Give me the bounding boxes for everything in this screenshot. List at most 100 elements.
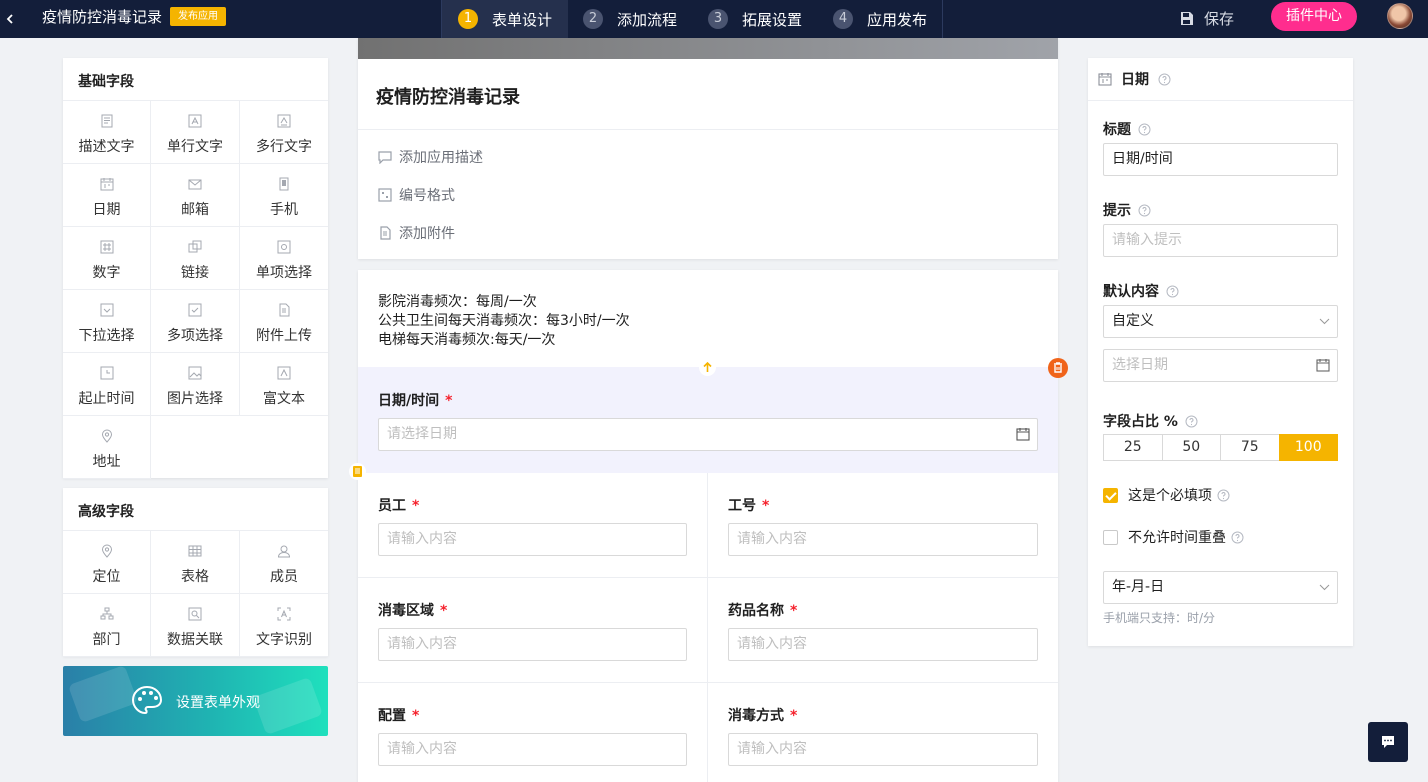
save-button[interactable]: 保存 [1179,8,1234,29]
employee-input[interactable]: 请输入内容 [378,523,687,556]
rich-text-icon [277,366,291,388]
step-label: 添加流程 [617,10,678,29]
add-description-action[interactable]: 添加应用描述 [378,147,483,167]
ratio-option-75[interactable]: 75 [1220,434,1280,461]
step-extension[interactable]: 3 拓展设置 [708,0,802,38]
ratio-option-50[interactable]: 50 [1161,434,1221,461]
publish-badge[interactable]: 发布应用 [170,7,226,26]
help-icon[interactable] [1217,489,1230,502]
back-icon[interactable] [3,9,17,29]
date-placeholder: 请选择日期 [387,426,457,442]
help-icon[interactable] [1158,73,1180,86]
description-line[interactable]: 电梯每天消毒频次:每天/一次 [378,329,555,349]
number-format-icon [378,188,399,202]
field-type-location[interactable]: 地址 [63,416,151,479]
field-type-dropdown[interactable]: 下拉选择 [63,290,151,353]
field-type-location-pin[interactable]: 定位 [63,531,151,594]
ratio-option-100[interactable]: 100 [1278,434,1338,461]
date-input[interactable]: 请选择日期 [378,418,1038,451]
field-type-link[interactable]: 链接 [151,227,240,290]
field-type-time-range[interactable]: 起止时间 [63,353,151,416]
help-icon[interactable] [1138,204,1151,217]
no-overlap-label: 不允许时间重叠 [1128,530,1226,546]
delete-field-button[interactable] [1048,358,1068,378]
field-type-phone[interactable]: 手机 [240,164,328,227]
phone-icon [277,177,291,199]
advanced-fields-grid: 定位 表格 成员部门 数据关联 文字识别 [63,531,328,657]
field-type-radio[interactable]: 单项选择 [240,227,328,290]
step-add-flow[interactable]: 2 添加流程 [583,0,677,38]
field-type-data-link[interactable]: 数据关联 [151,594,240,657]
disinfect-area-input[interactable]: 请输入内容 [378,628,687,661]
add-attachment-action[interactable]: 添加附件 [378,223,455,243]
link-icon [188,240,202,262]
hint-input[interactable]: 请输入提示 [1103,224,1338,257]
field-type-calendar[interactable]: 日期 [63,164,151,227]
field-type-image[interactable]: 图片选择 [151,353,240,416]
drug-name-input[interactable]: 请输入内容 [728,628,1038,661]
app-title: 疫情防控消毒记录 [42,8,163,26]
location-icon [100,429,114,451]
no-overlap-checkbox[interactable]: 不允许时间重叠 [1103,527,1244,547]
field-type-number[interactable]: 数字 [63,227,151,290]
field-type-label: 文字识别 [256,632,312,648]
title-input[interactable]: 日期/时间 [1103,143,1338,176]
checkbox-icon [188,303,202,325]
field-type-multi-line[interactable]: 多行文字 [240,101,328,164]
help-icon[interactable] [1138,123,1151,136]
default-content-select[interactable]: 自定义 [1103,305,1338,338]
number-format-action[interactable]: 编号格式 [378,185,455,205]
form-title[interactable]: 疫情防控消毒记录 [376,83,520,109]
field-type-label: 附件上传 [256,328,312,344]
field-type-label: 日期 [92,202,121,218]
field-type-member[interactable]: 成员 [240,531,328,594]
field-type-table[interactable]: 表格 [151,531,240,594]
employee-id-input[interactable]: 请输入内容 [728,523,1038,556]
step-form-design[interactable]: 1 表单设计 [442,0,568,38]
field-type-department[interactable]: 部门 [63,594,151,657]
location-pin-icon [100,544,114,566]
field-type-label: 描述文字 [78,139,135,155]
required-checkbox[interactable]: 这是个必填项 [1103,485,1230,505]
field-type-ocr[interactable]: 文字识别 [240,594,328,657]
selected-date-field[interactable]: 日期/时间 * 请选择日期 [358,367,1058,473]
copy-field-button[interactable] [349,463,366,480]
checkbox-unchecked[interactable] [1103,529,1118,545]
image-icon [188,366,202,388]
field-type-attachment[interactable]: 附件上传 [240,290,328,353]
table-icon [188,544,202,566]
description-line[interactable]: 公共卫生间每天消毒频次：每3小时/一次 [378,310,630,330]
chevron-down-icon [1319,583,1330,591]
set-appearance-button[interactable]: 设置表单外观 [63,666,328,736]
field-type-label: 单行文字 [167,139,223,155]
form-banner[interactable] [358,38,1058,59]
required-mark: * [790,603,798,619]
help-icon[interactable] [1231,531,1244,544]
help-icon[interactable] [1166,285,1179,298]
description-line[interactable]: 影院消毒频次：每周/一次 [378,291,537,311]
date-format-select[interactable]: 年-月-日 [1103,571,1338,604]
field-type-checkbox[interactable]: 多项选择 [151,290,240,353]
field-type-label: 单项选择 [256,265,312,281]
field-type-label: 图片选择 [167,391,223,407]
move-up-button[interactable] [699,359,716,376]
plugin-center-button[interactable]: 插件中心 [1271,2,1357,31]
field-type-rich-text[interactable]: 富文本 [240,353,328,416]
required-mark: * [440,603,448,619]
ocr-icon [277,607,291,629]
field-type-label: 链接 [181,265,209,281]
help-icon[interactable] [1185,415,1198,428]
field-type-mail[interactable]: 邮箱 [151,164,240,227]
chat-button[interactable] [1368,722,1408,762]
avatar[interactable] [1387,3,1413,29]
field-type-document[interactable]: 描述文字 [63,101,151,164]
checkbox-checked[interactable] [1103,487,1118,503]
step-publish[interactable]: 4 应用发布 [833,0,927,38]
basic-fields-panel: 基础字段 描述文字 单行文字 多行文字 日期 邮箱 手机 数字 链接 单项选择 下拉选择 多项选择 附… [63,58,328,479]
ratio-option-25[interactable]: 25 [1103,434,1163,461]
field-type-single-line[interactable]: 单行文字 [151,101,240,164]
disinfect-method-input[interactable]: 请输入内容 [728,733,1038,766]
default-date-picker[interactable]: 选择日期 [1103,349,1338,382]
config-input[interactable]: 请输入内容 [378,733,687,766]
title-label: 标题 [1103,119,1151,139]
